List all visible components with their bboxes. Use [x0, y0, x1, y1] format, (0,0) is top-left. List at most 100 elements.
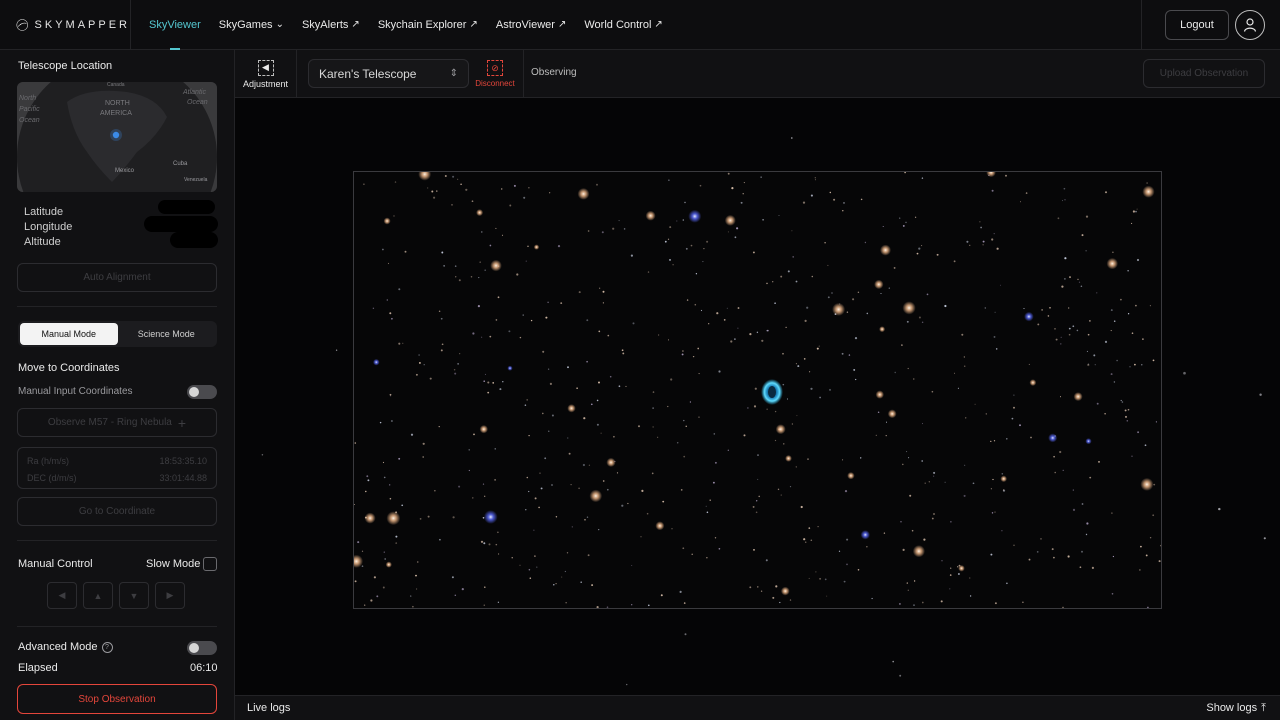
star: [1040, 538, 1042, 540]
star: [582, 463, 585, 467]
observation-image[interactable]: [353, 171, 1162, 609]
map-label: Ocean: [187, 99, 208, 106]
star: [539, 472, 541, 474]
telescope-select[interactable]: Karen's Telescope ⇕: [308, 59, 469, 88]
logout-button[interactable]: Logout: [1165, 10, 1229, 40]
star: [427, 515, 430, 518]
star: [1218, 507, 1221, 511]
star: [827, 264, 829, 266]
star: [984, 307, 987, 309]
star: [1013, 544, 1015, 547]
star: [1061, 285, 1064, 288]
star: [683, 419, 685, 422]
nav-item-skyviewer[interactable]: SkyViewer: [140, 0, 210, 50]
manual-input-toggle[interactable]: [187, 385, 217, 399]
star: [1030, 436, 1032, 439]
star: [718, 547, 721, 550]
star: [843, 202, 845, 204]
star: [623, 228, 626, 230]
slow-mode-checkbox[interactable]: [203, 557, 217, 571]
disconnect-button[interactable]: ⊘ Disconnect: [472, 56, 518, 92]
star: [1136, 258, 1140, 262]
science-mode-tab[interactable]: Science Mode: [118, 323, 216, 345]
star: [1104, 413, 1106, 415]
star: [567, 366, 569, 369]
star: [597, 381, 601, 384]
star: [1127, 313, 1130, 315]
star: [676, 442, 679, 444]
observe-target-button[interactable]: Observe M57 - Ring Nebula +: [17, 408, 217, 437]
star: [698, 373, 700, 375]
manual-control-label: Manual Control: [18, 558, 93, 570]
star: [737, 307, 740, 309]
star: [483, 604, 486, 606]
star: [990, 440, 992, 443]
star: [422, 442, 425, 445]
account-area: Logout: [1141, 0, 1280, 50]
star: [1072, 489, 1074, 491]
star: [1072, 508, 1076, 511]
nav-item-skygames[interactable]: SkyGames ⌄: [210, 0, 293, 50]
move-right-button[interactable]: ▶: [155, 582, 185, 609]
bright-star: [887, 409, 897, 419]
star: [1113, 320, 1116, 322]
star: [538, 506, 540, 509]
star: [1127, 408, 1130, 411]
nav-item-world-control[interactable]: World Control ↗: [575, 0, 671, 50]
upload-observation-button[interactable]: Upload Observation: [1143, 59, 1265, 88]
star: [415, 574, 417, 577]
move-up-button[interactable]: ▲: [83, 582, 113, 609]
star: [954, 372, 955, 374]
manual-mode-tab[interactable]: Manual Mode: [20, 323, 118, 345]
nav-item-skyalerts[interactable]: SkyAlerts ↗: [293, 0, 369, 50]
star: [866, 312, 869, 315]
brand-logo[interactable]: SKYMAPPER: [0, 0, 131, 50]
map-label: NORTH: [105, 100, 130, 107]
star: [819, 396, 821, 399]
star: [906, 451, 908, 453]
star: [791, 230, 793, 232]
star: [631, 604, 633, 606]
go-to-coordinate-button[interactable]: Go to Coordinate: [17, 497, 217, 526]
location-map[interactable]: North Pacific Ocean NORTH AMERICA Atlant…: [17, 82, 217, 192]
star: [906, 582, 908, 584]
star: [752, 251, 755, 254]
bright-star: [847, 472, 855, 480]
star: [1064, 278, 1066, 280]
star: [757, 478, 759, 480]
star: [545, 316, 548, 319]
star: [756, 331, 759, 334]
star: [779, 601, 781, 604]
star: [444, 175, 447, 177]
star: [1086, 350, 1088, 352]
help-icon[interactable]: ?: [101, 641, 113, 653]
adjustment-button[interactable]: ◀ Adjustment: [235, 50, 297, 98]
star: [495, 227, 497, 229]
avatar[interactable]: [1235, 10, 1265, 40]
globe-map: North Pacific Ocean NORTH AMERICA Atlant…: [17, 82, 217, 192]
arrow-up-icon: ▲: [93, 590, 103, 601]
star: [807, 458, 809, 460]
star: [418, 354, 420, 356]
star: [596, 399, 599, 402]
star: [646, 512, 649, 515]
star: [606, 606, 609, 608]
stop-observation-button[interactable]: Stop Observation: [17, 684, 217, 714]
star: [1124, 415, 1128, 418]
star: [1081, 234, 1084, 237]
arrow-down-icon: ▼: [129, 590, 139, 601]
star: [926, 293, 929, 296]
nav-item-skychain-explorer[interactable]: Skychain Explorer ↗: [369, 0, 487, 50]
star: [713, 433, 716, 435]
bright-star: [479, 425, 488, 434]
show-logs-button[interactable]: Show logs ⤒: [1206, 702, 1266, 715]
move-left-button[interactable]: ◀: [47, 582, 77, 609]
star: [694, 303, 697, 306]
nav-item-astroviewer[interactable]: AstroViewer ↗: [487, 0, 576, 50]
advanced-mode-toggle[interactable]: [187, 641, 217, 655]
auto-alignment-button[interactable]: Auto Alignment: [17, 263, 217, 292]
move-down-button[interactable]: ▼: [119, 582, 149, 609]
star: [993, 335, 996, 338]
star: [902, 463, 904, 466]
star: [443, 265, 445, 267]
